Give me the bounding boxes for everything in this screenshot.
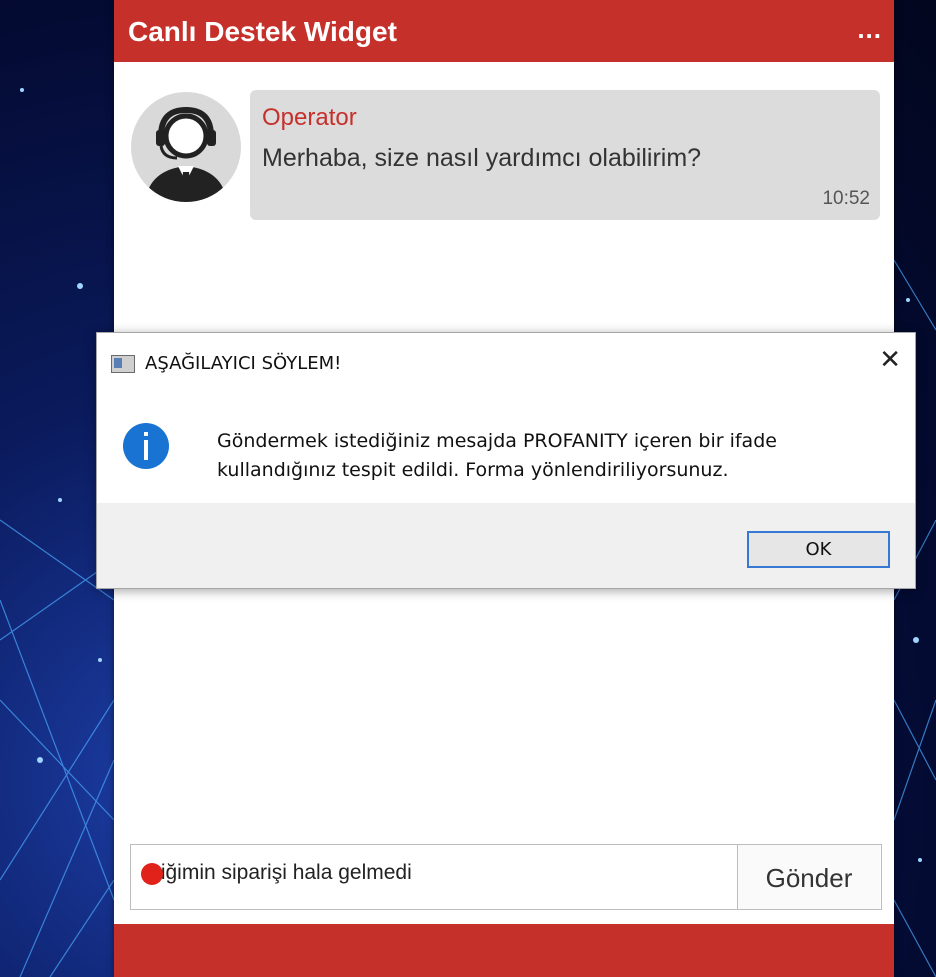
profanity-alert-dialog: AŞAĞILAYICI SÖYLEM! ✕ Göndermek istediği… xyxy=(96,332,916,589)
widget-header: Canlı Destek Widget ... xyxy=(114,0,894,62)
widget-title: Canlı Destek Widget xyxy=(128,16,397,47)
message-input[interactable]: tiğimin siparişi hala gelmedi xyxy=(131,845,735,909)
close-icon[interactable]: ✕ xyxy=(879,347,901,373)
message-text: Merhaba, size nasıl yardımcı olabilirim? xyxy=(262,144,702,172)
ok-button[interactable]: OK xyxy=(747,531,890,568)
dialog-footer: OK xyxy=(97,503,915,588)
dialog-title: AŞAĞILAYICI SÖYLEM! xyxy=(145,353,342,374)
widget-footer xyxy=(114,924,894,977)
support-agent-avatar-icon xyxy=(131,92,241,202)
message-time: 10:52 xyxy=(822,188,870,209)
window-app-icon xyxy=(111,355,135,373)
message-input-value: tiğimin siparişi hala gelmedi xyxy=(155,861,412,884)
info-icon xyxy=(123,423,169,469)
operator-message-bubble: Operator Merhaba, size nasıl yardımcı ol… xyxy=(250,90,880,220)
more-menu-icon[interactable]: ... xyxy=(857,14,882,45)
dialog-message: Göndermek istediğiniz mesajda PROFANITY … xyxy=(217,430,777,481)
message-sender: Operator xyxy=(262,104,357,131)
message-input-row: tiğimin siparişi hala gelmedi Gönder xyxy=(130,844,882,910)
redaction-mark xyxy=(141,863,163,885)
send-button[interactable]: Gönder xyxy=(737,845,880,909)
